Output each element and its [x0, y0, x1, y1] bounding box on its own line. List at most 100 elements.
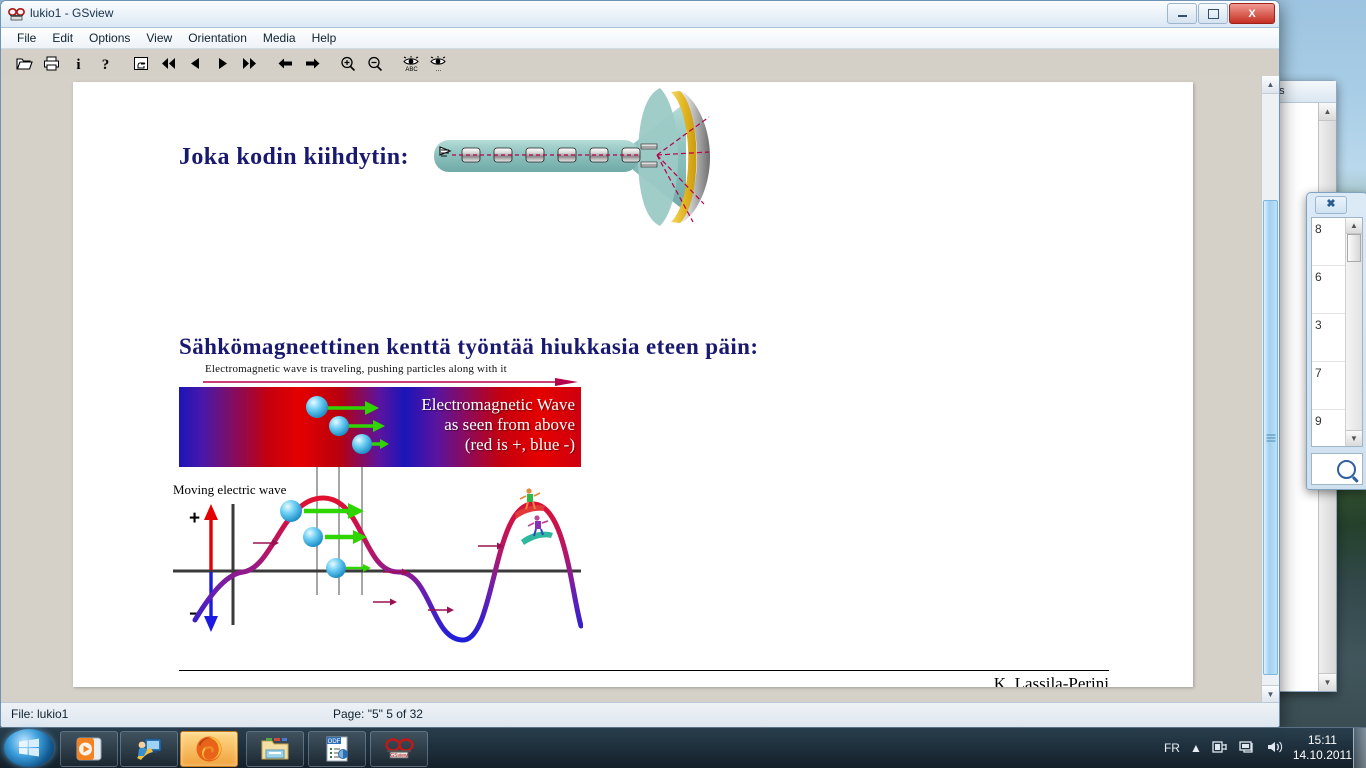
wave-label-text: Moving electric wave [173, 482, 287, 497]
select-hand-button[interactable] [128, 51, 154, 75]
browser-scroll-down-icon[interactable]: ▼ [1319, 673, 1336, 691]
svg-text:?: ? [101, 57, 109, 71]
surfer-figure-2 [521, 515, 553, 545]
menu-file[interactable]: File [9, 29, 44, 47]
window-title: lukio1 - GSview [30, 6, 114, 20]
dialog-scroll-up-icon[interactable]: ▲ [1346, 218, 1362, 234]
maximize-icon [1207, 8, 1219, 19]
browser-scroll-up-icon[interactable]: ▲ [1319, 103, 1336, 121]
zoom-in-button[interactable] [335, 51, 361, 75]
status-page-label: Page: "5" 5 of 32 [333, 707, 423, 721]
menu-bar[interactable]: File Edit Options View Orientation Media… [1, 28, 1279, 49]
status-file-label: File: lukio1 [11, 707, 69, 721]
show-hidden-icons-button[interactable]: ▲ [1190, 741, 1202, 755]
travel-direction-arrow-icon [203, 378, 578, 386]
taskbar-gsview[interactable]: GSview [370, 731, 428, 767]
media-player-icon [76, 737, 102, 761]
power-plug-icon[interactable] [1212, 739, 1229, 758]
taskbar-media-player[interactable] [60, 731, 118, 767]
menu-help[interactable]: Help [304, 29, 345, 47]
svg-text:ABC: ABC [405, 67, 418, 72]
info-icon: i [76, 57, 80, 71]
taskbar-firefox[interactable] [180, 731, 238, 767]
band-particles [306, 396, 389, 454]
scroll-left-button[interactable] [272, 51, 298, 75]
zoom-out-icon [367, 56, 382, 71]
dialog-list[interactable]: 8 6 3 7 9 ▲ ▼ [1311, 217, 1363, 447]
scroll-down-icon[interactable]: ▼ [1262, 685, 1279, 703]
dialog-scroll-thumb[interactable] [1347, 234, 1361, 262]
dialog-scrollbar[interactable]: ▲ ▼ [1345, 218, 1362, 446]
tray-language[interactable]: FR [1164, 741, 1180, 755]
system-tray[interactable]: FR ▲ 15:11 14.10.2011 [1164, 728, 1366, 768]
document-vertical-scrollbar[interactable]: ▲ ▼ [1261, 76, 1279, 703]
show-dots-icon: ... [429, 55, 446, 72]
menu-orientation[interactable]: Orientation [180, 29, 255, 47]
explorer-folder-icon [261, 738, 289, 760]
menu-options[interactable]: Options [81, 29, 138, 47]
footer-rule [179, 670, 1109, 671]
help-button[interactable]: ? [92, 51, 118, 75]
print-button[interactable] [38, 51, 64, 75]
previous-page-button[interactable] [182, 51, 208, 75]
window-titlebar[interactable]: lukio1 - GSview X [1, 1, 1279, 28]
scroll-right-button[interactable] [299, 51, 325, 75]
open-file-icon [15, 57, 33, 70]
open-file-button[interactable] [11, 51, 37, 75]
next-page-icon [218, 57, 227, 69]
start-button[interactable] [4, 729, 54, 767]
svg-text:GSview: GSview [390, 753, 408, 759]
dialog-scroll-down-icon[interactable]: ▼ [1346, 430, 1362, 446]
window-controls[interactable]: X [1167, 3, 1275, 24]
clock-date: 14.10.2011 [1292, 748, 1352, 762]
slide-heading-1: Joka kodin kiihdytin: [179, 144, 409, 170]
gsview-window[interactable]: lukio1 - GSview X File Edit Options View… [0, 0, 1280, 728]
taskbar-desktop-tool[interactable] [120, 731, 178, 767]
show-text-button[interactable]: ABC [398, 51, 424, 75]
volume-icon[interactable] [1266, 739, 1283, 758]
wave-caption: Electromagnetic wave is traveling, pushi… [205, 363, 507, 375]
svg-text:ODF: ODF [328, 739, 341, 745]
taskbar-explorer[interactable] [246, 731, 304, 767]
document-area[interactable]: Joka kodin kiihdytin: Sähkömagneettinen … [1, 76, 1279, 703]
menu-edit[interactable]: Edit [44, 29, 81, 47]
next-page-button[interactable] [209, 51, 235, 75]
dialog-search-box[interactable] [1311, 453, 1363, 485]
show-desktop-button[interactable] [1353, 728, 1366, 768]
plus-sign-text: + [189, 508, 200, 529]
dialog-close-button[interactable]: ✖ [1315, 196, 1347, 214]
previous-page-icon [190, 57, 199, 69]
scroll-right-icon [305, 58, 319, 68]
zoom-out-button[interactable] [362, 51, 388, 75]
menu-view[interactable]: View [138, 29, 180, 47]
info-button[interactable]: i [65, 51, 91, 75]
status-bar: File: lukio1 Page: "5" 5 of 32 [1, 702, 1279, 727]
last-page-button[interactable] [236, 51, 262, 75]
taskbar-impress[interactable]: ODF [308, 731, 366, 767]
scroll-grip-icon [1266, 434, 1275, 441]
minimize-button[interactable] [1167, 3, 1197, 24]
windows-logo-icon [19, 738, 39, 757]
show-text-icon: ABC [402, 55, 419, 72]
scroll-thumb[interactable] [1263, 200, 1278, 675]
toolbar[interactable]: i ? ABC ... [1, 49, 1279, 78]
maximize-button[interactable] [1198, 3, 1228, 24]
odf-document-icon: ODF [326, 736, 348, 762]
print-icon [43, 56, 59, 70]
scroll-up-icon[interactable]: ▲ [1262, 76, 1279, 94]
gsview-glasses-icon [8, 6, 25, 22]
network-icon[interactable] [1239, 739, 1256, 758]
slide-heading-2: Sähkömagneettinen kenttä työntää hiukkas… [179, 334, 759, 359]
background-search-dialog[interactable]: ✖ 8 6 3 7 9 ▲ ▼ [1306, 192, 1366, 490]
select-hand-icon [133, 56, 148, 70]
first-page-button[interactable] [155, 51, 181, 75]
close-button[interactable]: X [1229, 3, 1275, 24]
clock[interactable]: 15:11 14.10.2011 [1293, 733, 1352, 763]
magnifier-icon[interactable] [1337, 459, 1356, 479]
first-page-icon [161, 57, 175, 69]
svg-text:i: i [76, 57, 80, 71]
taskbar[interactable]: ODF GSview FR ▲ 15:11 14.10.2011 [0, 727, 1366, 768]
show-dots-button[interactable]: ... [425, 51, 451, 75]
menu-media[interactable]: Media [255, 29, 304, 47]
document-page: Joka kodin kiihdytin: Sähkömagneettinen … [73, 82, 1193, 687]
